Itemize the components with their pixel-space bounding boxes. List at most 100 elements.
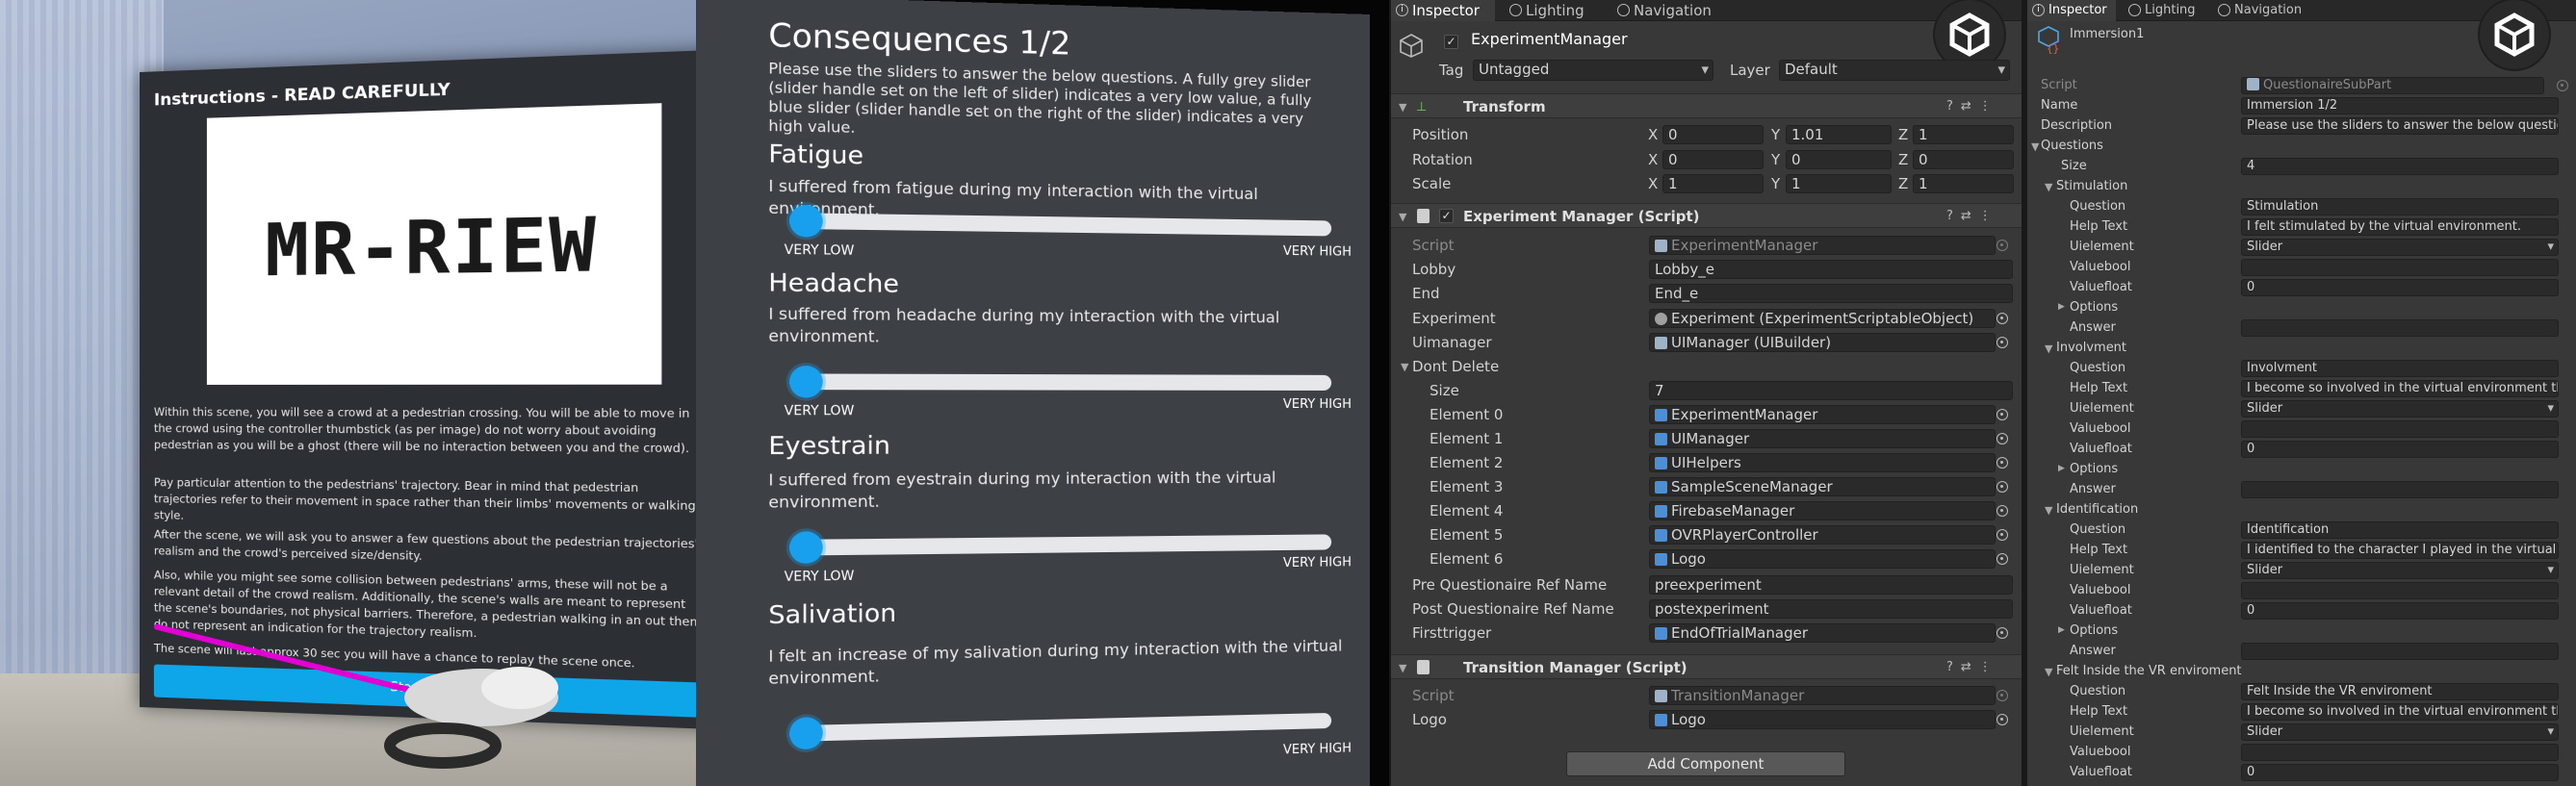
- tab-lighting[interactable]: Lighting: [2124, 0, 2210, 21]
- tab-inspector[interactable]: i Inspector: [1391, 0, 1495, 21]
- help-field[interactable]: I felt stimulated by the virtual environ…: [2241, 218, 2559, 236]
- transition-manager-header[interactable]: ▼ Transition Manager (Script) ?⇄⋮: [1391, 654, 2022, 679]
- component-menu-icons[interactable]: ?⇄⋮: [1946, 660, 1999, 674]
- foldout-arrow-icon[interactable]: ▼: [2045, 342, 2052, 355]
- component-menu-icons[interactable]: ?⇄⋮: [1946, 209, 1999, 223]
- help-field[interactable]: I identified to the character I played i…: [2241, 542, 2559, 559]
- foldout-arrow-icon[interactable]: ▶: [2058, 302, 2065, 312]
- rotation-y[interactable]: 0: [1786, 150, 1892, 169]
- element-field[interactable]: UIHelpers: [1649, 453, 1996, 472]
- uielement-field[interactable]: Slider: [2241, 723, 2559, 741]
- element-field[interactable]: FirebaseManager: [1649, 501, 1996, 520]
- question-item-header[interactable]: ▼ Stimulation: [2027, 177, 2576, 197]
- help-field[interactable]: I become so involved in the virtual envi…: [2241, 703, 2559, 721]
- post-questionaire-field[interactable]: postexperiment: [1649, 599, 2013, 619]
- help-field[interactable]: I become so involved in the virtual envi…: [2241, 380, 2559, 397]
- uimanager-field[interactable]: UIManager (UIBuilder): [1649, 333, 1996, 352]
- element-field[interactable]: UIManager: [1649, 429, 1996, 448]
- valuebool-field[interactable]: [2241, 582, 2559, 599]
- lobby-field[interactable]: Lobby_e: [1649, 260, 2013, 279]
- question-item-header[interactable]: ▼ Felt Inside the VR enviroment: [2027, 662, 2576, 682]
- slider-handle[interactable]: [789, 366, 823, 398]
- valuebool-field[interactable]: [2241, 420, 2559, 438]
- valuebool-field[interactable]: [2241, 744, 2559, 761]
- position-z[interactable]: 1: [1913, 125, 2014, 144]
- answer-field[interactable]: [2241, 643, 2559, 660]
- size-field[interactable]: 7: [1649, 381, 2013, 400]
- end-field[interactable]: End_e: [1649, 284, 2013, 303]
- experiment-manager-header[interactable]: ▼ ✓ Experiment Manager (Script) ?⇄⋮: [1391, 203, 2022, 228]
- position-x[interactable]: 0: [1662, 125, 1764, 144]
- size-field[interactable]: 4: [2241, 158, 2559, 175]
- name-field[interactable]: Immersion 1/2: [2241, 97, 2559, 114]
- tab-navigation[interactable]: Navigation: [2213, 0, 2324, 21]
- question-field[interactable]: Felt Inside the VR enviroment: [2241, 683, 2559, 700]
- foldout-arrow-icon[interactable]: ▼: [1399, 662, 1406, 674]
- element-field[interactable]: Logo: [1649, 549, 1996, 569]
- logo-field[interactable]: Logo: [1649, 710, 1996, 729]
- question-field[interactable]: Stimulation: [2241, 198, 2559, 216]
- foldout-arrow-icon[interactable]: ▶: [2058, 625, 2065, 635]
- layer-dropdown[interactable]: Default: [1779, 60, 2010, 81]
- object-picker-icon[interactable]: [1996, 714, 2008, 725]
- dont-delete-row[interactable]: ▼ Dont Delete: [1391, 355, 2022, 378]
- scale-z[interactable]: 1: [1913, 174, 2014, 193]
- valuebool-field[interactable]: [2241, 259, 2559, 276]
- element-field[interactable]: OVRPlayerController: [1649, 525, 1996, 545]
- object-picker-icon[interactable]: [1996, 240, 2008, 251]
- foldout-arrow-icon[interactable]: ▼: [2045, 666, 2052, 678]
- object-picker-icon[interactable]: [1996, 337, 2008, 348]
- uielement-field[interactable]: Slider: [2241, 400, 2559, 418]
- slider-handle[interactable]: [789, 717, 823, 750]
- foldout-arrow-icon[interactable]: ▼: [1399, 211, 1406, 223]
- object-picker-icon[interactable]: [1996, 433, 2008, 444]
- component-menu-icons[interactable]: ?⇄⋮: [1946, 99, 1999, 114]
- object-picker-icon[interactable]: [1996, 553, 2008, 565]
- foldout-arrow-icon[interactable]: ▼: [1399, 101, 1406, 114]
- foldout-arrow-icon[interactable]: ▼: [1401, 361, 1408, 373]
- valuefloat-field[interactable]: 0: [2241, 279, 2559, 296]
- valuefloat-field[interactable]: 0: [2241, 441, 2559, 458]
- tab-inspector[interactable]: i Inspector: [2027, 0, 2116, 21]
- question-slider[interactable]: [789, 366, 1332, 398]
- object-picker-icon[interactable]: [1996, 690, 2008, 701]
- question-field[interactable]: Identification: [2241, 521, 2559, 539]
- object-picker-icon[interactable]: [1996, 505, 2008, 517]
- object-picker-icon[interactable]: [1996, 481, 2008, 493]
- tag-dropdown[interactable]: Untagged: [1473, 60, 1713, 81]
- rotation-x[interactable]: 0: [1662, 150, 1764, 169]
- element-field[interactable]: SampleSceneManager: [1649, 477, 1996, 496]
- element-field[interactable]: ExperimentManager: [1649, 405, 1996, 424]
- tab-lighting[interactable]: Lighting: [1505, 0, 1601, 21]
- uielement-field[interactable]: Slider: [2241, 562, 2559, 579]
- question-item-header[interactable]: ▼ Involvment: [2027, 339, 2576, 359]
- active-checkbox[interactable]: ✓: [1444, 35, 1458, 49]
- transform-header[interactable]: ▼ ⟂ Transform ?⇄⋮: [1391, 93, 2022, 118]
- questions-row[interactable]: ▼ Questions: [2027, 137, 2576, 157]
- component-enabled-checkbox[interactable]: ✓: [1439, 209, 1454, 223]
- question-slider[interactable]: [789, 531, 1332, 564]
- object-picker-icon[interactable]: [2557, 80, 2568, 91]
- question-item-header[interactable]: ▼ Identification: [2027, 500, 2576, 520]
- valuefloat-field[interactable]: 0: [2241, 602, 2559, 620]
- question-slider[interactable]: [789, 712, 1332, 750]
- slider-handle[interactable]: [789, 531, 823, 564]
- object-picker-icon[interactable]: [1996, 409, 2008, 420]
- description-field[interactable]: Please use the sliders to answer the bel…: [2241, 117, 2559, 135]
- uielement-field[interactable]: Slider: [2241, 239, 2559, 256]
- firsttrigger-field[interactable]: EndOfTrialManager: [1649, 623, 1996, 643]
- answer-field[interactable]: [2241, 481, 2559, 498]
- object-picker-icon[interactable]: [1996, 529, 2008, 541]
- object-name-field[interactable]: ExperimentManager: [1466, 31, 1890, 52]
- position-y[interactable]: 1.01: [1786, 125, 1892, 144]
- object-picker-icon[interactable]: [1996, 627, 2008, 639]
- foldout-arrow-icon[interactable]: ▼: [2031, 140, 2039, 153]
- object-picker-icon[interactable]: [1996, 313, 2008, 324]
- foldout-arrow-icon[interactable]: ▼: [2045, 504, 2052, 517]
- scale-y[interactable]: 1: [1786, 174, 1892, 193]
- foldout-arrow-icon[interactable]: ▶: [2058, 464, 2065, 473]
- object-picker-icon[interactable]: [1996, 457, 2008, 469]
- slider-handle[interactable]: [789, 204, 823, 238]
- tab-navigation[interactable]: Navigation: [1612, 0, 1738, 21]
- answer-field[interactable]: [2241, 319, 2559, 337]
